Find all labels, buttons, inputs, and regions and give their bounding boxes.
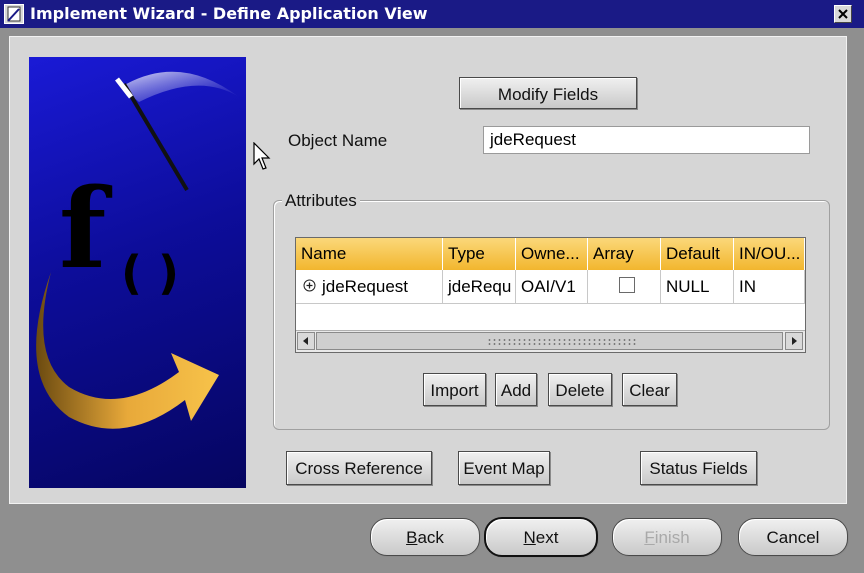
back-button[interactable]: Back [370, 518, 480, 556]
svg-text:f: f [59, 164, 113, 293]
column-header-type[interactable]: Type [443, 238, 516, 270]
attributes-legend: Attributes [282, 191, 360, 211]
column-header-name[interactable]: Name [296, 238, 443, 270]
cell-type[interactable]: jdeRequ [443, 270, 516, 304]
cross-reference-button[interactable]: Cross Reference [286, 451, 432, 485]
status-fields-button[interactable]: Status Fields [640, 451, 757, 485]
object-name-label: Object Name [288, 131, 388, 150]
column-header-array[interactable]: Array [588, 238, 661, 270]
window-title: Implement Wizard - Define Application Vi… [30, 4, 428, 23]
title-bar: Implement Wizard - Define Application Vi… [0, 0, 864, 28]
column-header-inout[interactable]: IN/OU... [734, 238, 805, 270]
horizontal-scrollbar[interactable] [296, 330, 805, 352]
cell-name[interactable]: jdeRequest [296, 270, 443, 304]
finish-button[interactable]: Finish [612, 518, 722, 556]
expand-icon[interactable] [303, 278, 316, 292]
wizard-function-graphic: f ( ) [29, 57, 246, 488]
import-button[interactable]: Import [423, 373, 486, 406]
svg-text:( ): ( ) [121, 246, 179, 300]
wizard-window: Implement Wizard - Define Application Vi… [0, 0, 864, 573]
next-button[interactable]: Next [484, 517, 598, 557]
array-checkbox[interactable] [619, 277, 635, 293]
scroll-left-icon[interactable] [297, 332, 315, 350]
cell-owner[interactable]: OAI/V1 [516, 270, 588, 304]
scroll-thumb[interactable] [316, 332, 783, 350]
mouse-cursor-icon [253, 141, 273, 176]
event-map-button[interactable]: Event Map [458, 451, 550, 485]
cell-inout[interactable]: IN [734, 270, 805, 304]
add-button[interactable]: Add [495, 373, 537, 406]
object-name-field[interactable]: jdeRequest [483, 126, 810, 154]
app-icon[interactable] [4, 4, 24, 24]
cancel-button[interactable]: Cancel [738, 518, 848, 556]
delete-button[interactable]: Delete [548, 373, 612, 406]
cell-default[interactable]: NULL [661, 270, 734, 304]
column-header-default[interactable]: Default [661, 238, 734, 270]
scroll-grip [487, 338, 637, 345]
modify-fields-button[interactable]: Modify Fields [459, 77, 637, 109]
close-icon[interactable] [834, 5, 852, 23]
clear-button[interactable]: Clear [622, 373, 677, 406]
column-header-owner[interactable]: Owne... [516, 238, 588, 270]
scroll-right-icon[interactable] [785, 332, 803, 350]
attributes-table[interactable]: Name Type Owne... Array Default IN/OU...… [295, 237, 806, 353]
